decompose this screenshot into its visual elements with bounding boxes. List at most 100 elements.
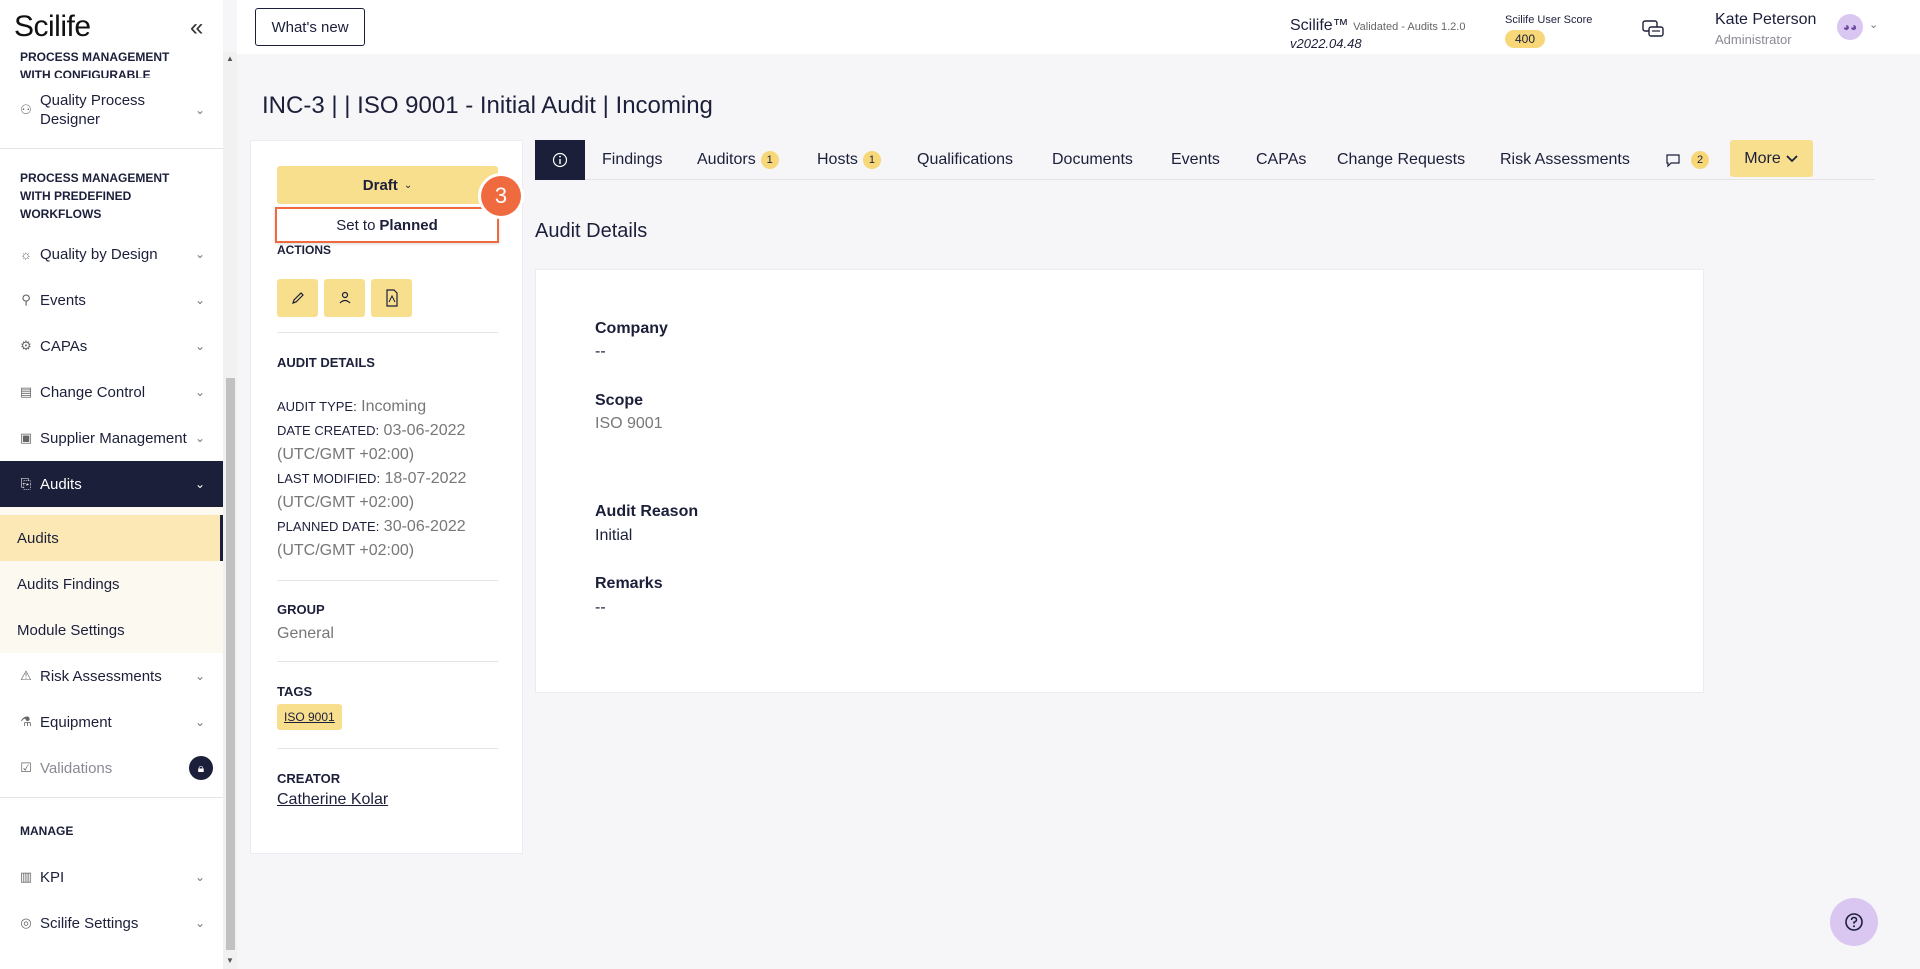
warning-icon: ⚠ (20, 668, 32, 683)
user-menu[interactable]: Kate Peterson Administrator (1715, 11, 1816, 47)
group-value: General (277, 625, 334, 642)
feedback-chat-icon[interactable] (1642, 20, 1664, 40)
step-badge: 3 (481, 176, 521, 216)
remarks-label: Remarks (595, 575, 663, 592)
status-label: Draft (362, 176, 398, 194)
sidebar: Scilife « PROCESS MANAGEMENT WITH CONFIG… (0, 0, 223, 969)
avatar[interactable]: ◕◕ (1837, 14, 1863, 40)
tab-comments[interactable]: 2 (1665, 140, 1709, 180)
tab-info[interactable] (535, 140, 585, 180)
chevron-down-icon: ⌄ (194, 715, 205, 729)
tab-capas[interactable]: CAPAs (1256, 140, 1306, 180)
tag-chip[interactable]: ISO 9001 (277, 704, 342, 730)
chevron-down-icon: ⌄ (194, 385, 205, 399)
sidebar-item-label: Supplier Management (40, 429, 187, 447)
edit-button[interactable] (277, 279, 318, 317)
creator-heading: CREATOR (277, 771, 341, 786)
planned-date-label: PLANNED DATE: (277, 519, 380, 534)
sidebar-item-supplier-management[interactable]: ▣ Supplier Management ⌄ (0, 415, 223, 461)
count-badge: 2 (1691, 151, 1709, 169)
collapse-sidebar-icon[interactable]: « (190, 14, 203, 42)
divider (0, 797, 223, 798)
sidebar-item-label: Quality Process Designer (40, 92, 146, 128)
sidebar-subitem-module-settings[interactable]: Module Settings (0, 607, 223, 653)
divider (277, 661, 498, 662)
sidebar-item-audits[interactable]: ⎘ Audits ⌄ (0, 461, 223, 507)
sidebar-item-capas[interactable]: ⚙ CAPAs ⌄ (0, 323, 223, 369)
pencil-icon (291, 292, 304, 304)
chevron-down-icon: ⌄ (194, 247, 205, 261)
audit-reason-value: Initial (595, 527, 633, 544)
sidebar-item-label: KPI (40, 868, 65, 886)
tab-findings[interactable]: Findings (602, 140, 662, 180)
lightbulb-icon: ☼ (20, 246, 32, 262)
tab-documents[interactable]: Documents (1052, 140, 1133, 180)
sidebar-item-change-control[interactable]: ▤ Change Control ⌄ (0, 369, 223, 415)
export-pdf-button[interactable] (371, 279, 412, 317)
chevron-down-icon: ⌄ (194, 916, 205, 930)
user-role: Administrator (1715, 32, 1792, 47)
help-button[interactable] (1830, 898, 1878, 946)
whats-new-button[interactable]: What's new (255, 8, 365, 46)
flask-icon: ⚗ (20, 714, 32, 729)
help-icon (1845, 913, 1863, 931)
workflow-icon: ⚇ (20, 102, 32, 117)
scroll-up-icon[interactable]: ▲ (226, 54, 234, 63)
tab-hosts[interactable]: Hosts 1 (817, 140, 881, 180)
scroll-down-icon[interactable]: ▼ (226, 956, 234, 965)
sidebar-subitem-audits-findings[interactable]: Audits Findings (0, 561, 223, 607)
set-to-label: Set to (336, 216, 376, 234)
sidebar-item-validations[interactable]: ☑ Validations 🔒︎ (0, 745, 223, 791)
set-to-planned-option[interactable]: Set to Planned (275, 207, 499, 243)
sidebar-scrollbar[interactable]: ▲ ▼ (223, 52, 237, 969)
count-badge: 1 (862, 151, 881, 169)
audit-details-card: Company -- Scope ISO 9001 Audit Reason I… (535, 269, 1704, 693)
sidebar-item-scilife-settings[interactable]: ◎ Scilife Settings ⌄ (0, 900, 223, 946)
sidebar-item-quality-process-designer[interactable]: ⚇ Quality Process Designer ⌄ (0, 78, 223, 142)
group-heading: GROUP (277, 602, 325, 617)
scilife-logo[interactable]: Scilife (14, 10, 91, 44)
sidebar-item-label: Events (40, 291, 86, 309)
scrollbar-thumb[interactable] (226, 378, 235, 950)
submenu-spacer (0, 507, 223, 515)
sidebar-subitem-audits[interactable]: Audits (0, 515, 223, 561)
sidebar-nav: PROCESS MANAGEMENT WITH CONFIGURABLE WOR… (0, 52, 223, 969)
divider (277, 580, 498, 581)
tab-label: Auditors (697, 151, 756, 168)
sidebar-item-kpi[interactable]: ▥ KPI ⌄ (0, 854, 223, 900)
chevron-down-icon: ⌄ (403, 179, 413, 191)
audit-type-value: Incoming (361, 398, 427, 415)
tab-qualifications[interactable]: Qualifications (917, 140, 1013, 180)
version-number: v2022.04.48 (1290, 36, 1362, 51)
company-value: -- (595, 343, 606, 360)
sidebar-item-events[interactable]: ⚲ Events ⌄ (0, 277, 223, 323)
divider (0, 148, 223, 149)
divider (277, 332, 498, 333)
lock-icon: 🔒︎ (189, 756, 213, 780)
section-manage: MANAGE (20, 824, 74, 838)
creator-link[interactable]: Catherine Kolar (277, 791, 388, 809)
box-icon: ▣ (19, 430, 33, 445)
assign-user-button[interactable] (324, 279, 365, 317)
sidebar-item-risk-assessments[interactable]: ⚠ Risk Assessments ⌄ (0, 653, 223, 699)
chevron-down-icon: ⌄ (194, 477, 205, 491)
tab-auditors[interactable]: Auditors 1 (697, 140, 779, 180)
chevron-down-icon[interactable]: ⌄ (1869, 18, 1878, 31)
chevron-down-icon: ⌄ (194, 669, 205, 683)
tab-change-requests[interactable]: Change Requests (1337, 140, 1465, 180)
sidebar-item-label: Scilife Settings (40, 914, 139, 932)
actions-heading: ACTIONS (277, 243, 331, 257)
pdf-icon (385, 289, 398, 307)
tab-risk-assessments[interactable]: Risk Assessments (1500, 140, 1630, 180)
sidebar-item-label: Change Control (40, 383, 146, 401)
status-dropdown-button[interactable]: Draft ⌄ (277, 166, 498, 204)
more-tabs-button[interactable]: More (1730, 140, 1813, 177)
sidebar-item-quality-by-design[interactable]: ☼ Quality by Design ⌄ (0, 231, 223, 277)
tags-heading: TAGS (277, 684, 313, 699)
scope-label: Scope (595, 392, 644, 409)
sidebar-item-equipment[interactable]: ⚗ Equipment ⌄ (0, 699, 223, 745)
audit-details-heading: AUDIT DETAILS (277, 355, 375, 370)
comment-icon (1666, 154, 1680, 168)
sidebar-item-label: Quality by Design (40, 245, 158, 263)
tab-events[interactable]: Events (1171, 140, 1220, 180)
